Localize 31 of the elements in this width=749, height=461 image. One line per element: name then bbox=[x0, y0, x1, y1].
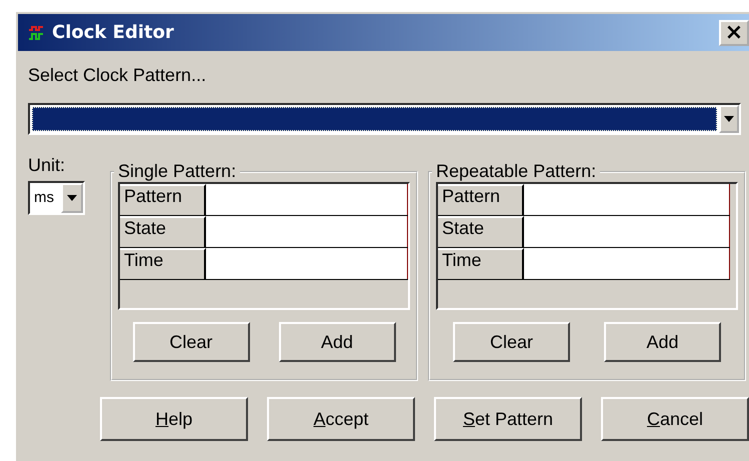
row-header: Pattern bbox=[438, 184, 524, 215]
unit-label: Unit: bbox=[28, 155, 66, 177]
dialog-button[interactable]: Accept bbox=[267, 397, 415, 441]
table-cell[interactable] bbox=[206, 248, 408, 279]
dropdown-arrow-icon bbox=[724, 116, 734, 122]
close-button[interactable]: × bbox=[719, 20, 749, 46]
row-header: Pattern bbox=[120, 184, 206, 215]
table-cell[interactable] bbox=[524, 216, 730, 247]
row-header: State bbox=[120, 216, 206, 247]
group-title: Single Pattern: bbox=[117, 161, 238, 182]
dialog-button[interactable]: Help bbox=[100, 397, 248, 441]
group-button[interactable]: Clear bbox=[132, 322, 250, 362]
group-button[interactable]: Add bbox=[604, 322, 721, 362]
row-header: Time bbox=[438, 248, 524, 279]
table-cell[interactable] bbox=[206, 216, 408, 247]
group-button[interactable]: Clear bbox=[453, 322, 570, 362]
group-button[interactable]: Add bbox=[278, 322, 396, 362]
table-cell[interactable] bbox=[524, 248, 730, 279]
window-title: Clock Editor bbox=[52, 22, 174, 43]
pattern-dropdown[interactable] bbox=[28, 103, 741, 135]
waveform-icon bbox=[28, 26, 44, 40]
group-title: Repeatable Pattern: bbox=[435, 161, 598, 182]
prompt-label: Select Clock Pattern... bbox=[28, 65, 208, 87]
dialog-button[interactable]: Cancel bbox=[601, 397, 749, 441]
unit-dropdown[interactable]: ms bbox=[28, 181, 85, 215]
dialog-button[interactable]: Set Pattern bbox=[434, 397, 582, 441]
row-header: Time bbox=[120, 248, 206, 279]
table-cell[interactable] bbox=[206, 184, 408, 215]
table-cell[interactable] bbox=[524, 184, 730, 215]
row-header: State bbox=[438, 216, 524, 247]
dropdown-arrow-icon bbox=[67, 195, 77, 201]
